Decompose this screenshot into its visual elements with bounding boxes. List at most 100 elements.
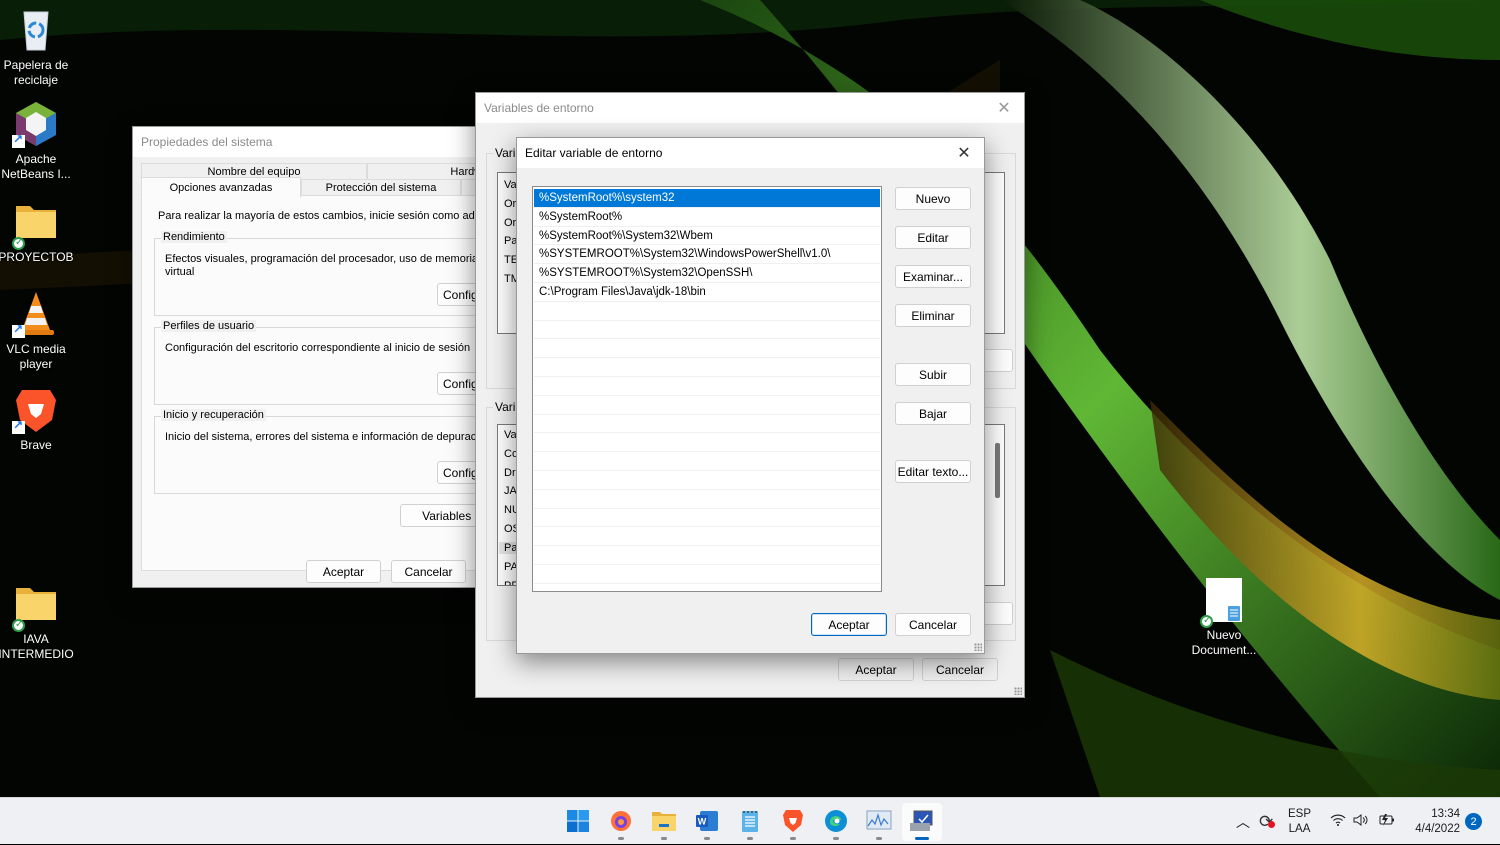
window-title: Propiedades del sistema [141, 135, 273, 149]
empty-row[interactable] [534, 321, 880, 340]
desktop-icon-label: VLC media player [6, 342, 66, 371]
desktop-icon-label: IAVA INTERMEDIO [0, 632, 74, 661]
desktop-icon-brave[interactable]: Brave [0, 386, 74, 453]
path-entries-list[interactable]: %SystemRoot%\system32 %SystemRoot% %Syst… [532, 186, 882, 592]
path-item[interactable]: %SystemRoot%\System32\Wbem [534, 227, 880, 246]
desktop-icon-label: Nuevo Document... [1191, 628, 1257, 657]
delete-button[interactable]: Eliminar [895, 304, 971, 327]
path-item[interactable]: %SYSTEMROOT%\System32\OpenSSH\ [534, 264, 880, 283]
desktop-icon-netbeans[interactable]: Apache NetBeans I... [0, 100, 74, 182]
close-button[interactable]: ✕ [984, 93, 1024, 123]
empty-row[interactable] [534, 565, 880, 584]
desktop-icon-iava-intermedio[interactable]: IAVA INTERMEDIO [0, 580, 74, 662]
group-inicio-y-recuperacion: Inicio y recuperación Inicio del sistema… [154, 409, 517, 494]
sync-error-icon: ⟳ [1259, 811, 1276, 831]
taskbar-start-button[interactable] [558, 803, 598, 841]
empty-row[interactable] [534, 358, 880, 377]
empty-row[interactable] [534, 433, 880, 453]
empty-row[interactable] [534, 302, 880, 321]
clock-button[interactable]: 13:34 4/4/2022 [1408, 798, 1460, 845]
running-indicator [790, 837, 796, 840]
empty-row[interactable] [534, 527, 880, 547]
close-icon: ✕ [997, 100, 1011, 117]
move-down-button[interactable]: Bajar [895, 402, 971, 425]
desktop-icon-vlc[interactable]: VLC media player [0, 290, 74, 372]
taskbar-notepad[interactable] [730, 803, 770, 841]
clock-date: 4/4/2022 [1415, 822, 1460, 835]
taskbar-word[interactable]: W [687, 803, 727, 841]
resize-grip[interactable] [1014, 687, 1022, 695]
title-bar[interactable]: Editar variable de entorno [517, 138, 984, 168]
desktop-icon-label: Apache NetBeans I... [1, 152, 71, 181]
group-perfiles-de-usuario: Perfiles de usuario Configuración del es… [154, 320, 517, 405]
empty-row[interactable] [534, 339, 880, 359]
move-up-button[interactable]: Subir [895, 363, 971, 386]
folder-icon [12, 580, 60, 632]
taskbar-file-explorer[interactable] [644, 803, 684, 841]
wifi-button[interactable] [1330, 798, 1346, 845]
input-language-button[interactable]: ESP LAA [1288, 798, 1311, 845]
browse-button[interactable]: Examinar... [895, 265, 971, 288]
window-title: Editar variable de entorno [525, 146, 663, 160]
resize-grip[interactable] [974, 643, 982, 651]
cancel-button[interactable]: Cancelar [922, 658, 998, 681]
advanced-options-panel: Para realizar la mayoría de estos cambio… [141, 195, 517, 571]
show-hidden-icons-button[interactable]: ︿ [1236, 798, 1250, 845]
brave-icon [12, 386, 60, 434]
taskbar-resource-monitor[interactable] [859, 803, 899, 841]
text-document-icon [1200, 576, 1248, 628]
empty-row[interactable] [534, 415, 880, 434]
cancel-button[interactable]: Cancelar [895, 613, 971, 636]
ok-button[interactable]: Aceptar [838, 658, 914, 681]
group-rendimiento: Rendimiento Efectos visuales, programaci… [154, 231, 517, 316]
path-item[interactable]: %SYSTEMROOT%\System32\WindowsPowerShell\… [534, 245, 880, 265]
taskbar-edge[interactable] [816, 803, 856, 841]
ok-button[interactable]: Aceptar [306, 560, 381, 583]
sync-status-button[interactable]: ⟳ [1259, 798, 1276, 845]
title-bar[interactable]: Variables de entorno [476, 93, 1024, 123]
performance-monitor-icon [866, 810, 892, 835]
taskbar-system-properties[interactable] [902, 803, 942, 841]
battery-button[interactable] [1377, 798, 1395, 845]
close-button[interactable]: ✕ [944, 138, 984, 168]
empty-row[interactable] [534, 490, 880, 509]
empty-row[interactable] [534, 509, 880, 528]
desktop-icon-nuevo-documento[interactable]: Nuevo Document... [1186, 576, 1262, 658]
desktop-icon-proyectob[interactable]: PROYECTOB [0, 198, 74, 265]
ok-button[interactable]: Aceptar [811, 613, 887, 636]
word-icon: W [695, 809, 719, 836]
empty-row[interactable] [534, 396, 880, 415]
path-item[interactable]: %SystemRoot% [534, 208, 880, 227]
new-button[interactable]: Nuevo [895, 187, 971, 210]
edit-text-button[interactable]: Editar texto... [895, 460, 971, 483]
netbeans-icon [12, 100, 60, 148]
edit-button[interactable]: Editar [895, 226, 971, 249]
system-properties-window: Propiedades del sistema Nombre del equip… [132, 126, 517, 588]
firefox-icon [609, 809, 633, 836]
cancel-button[interactable]: Cancelar [391, 560, 466, 583]
shortcut-arrow-icon [12, 322, 25, 338]
taskbar-brave[interactable] [773, 803, 813, 841]
shortcut-arrow-icon [12, 418, 25, 434]
empty-row[interactable] [534, 546, 880, 565]
empty-row[interactable] [534, 377, 880, 396]
tab-opciones-avanzadas[interactable]: Opciones avanzadas [141, 177, 301, 198]
admin-note: Para realizar la mayoría de estos cambio… [158, 210, 490, 222]
sync-check-icon [12, 617, 25, 632]
running-indicator [618, 837, 624, 840]
empty-row[interactable] [534, 471, 880, 490]
path-item[interactable]: C:\Program Files\Java\jdk-18\bin [534, 283, 880, 302]
empty-row[interactable] [534, 452, 880, 471]
volume-button[interactable] [1353, 798, 1369, 845]
taskbar-firefox[interactable] [601, 803, 641, 841]
battery-charging-icon [1377, 813, 1395, 830]
scrollbar-thumb[interactable] [995, 443, 1000, 498]
volume-icon [1353, 813, 1369, 830]
desktop-icon-recycle-bin[interactable]: Papelera de reciclaje [0, 6, 74, 88]
windows-start-icon [566, 809, 590, 836]
desktop-icon-label: Brave [20, 438, 52, 452]
path-item[interactable]: %SystemRoot%\system32 [534, 189, 880, 208]
title-bar[interactable]: Propiedades del sistema [133, 127, 491, 157]
vlc-icon [12, 290, 60, 338]
notification-count-badge[interactable]: 2 [1465, 813, 1482, 830]
